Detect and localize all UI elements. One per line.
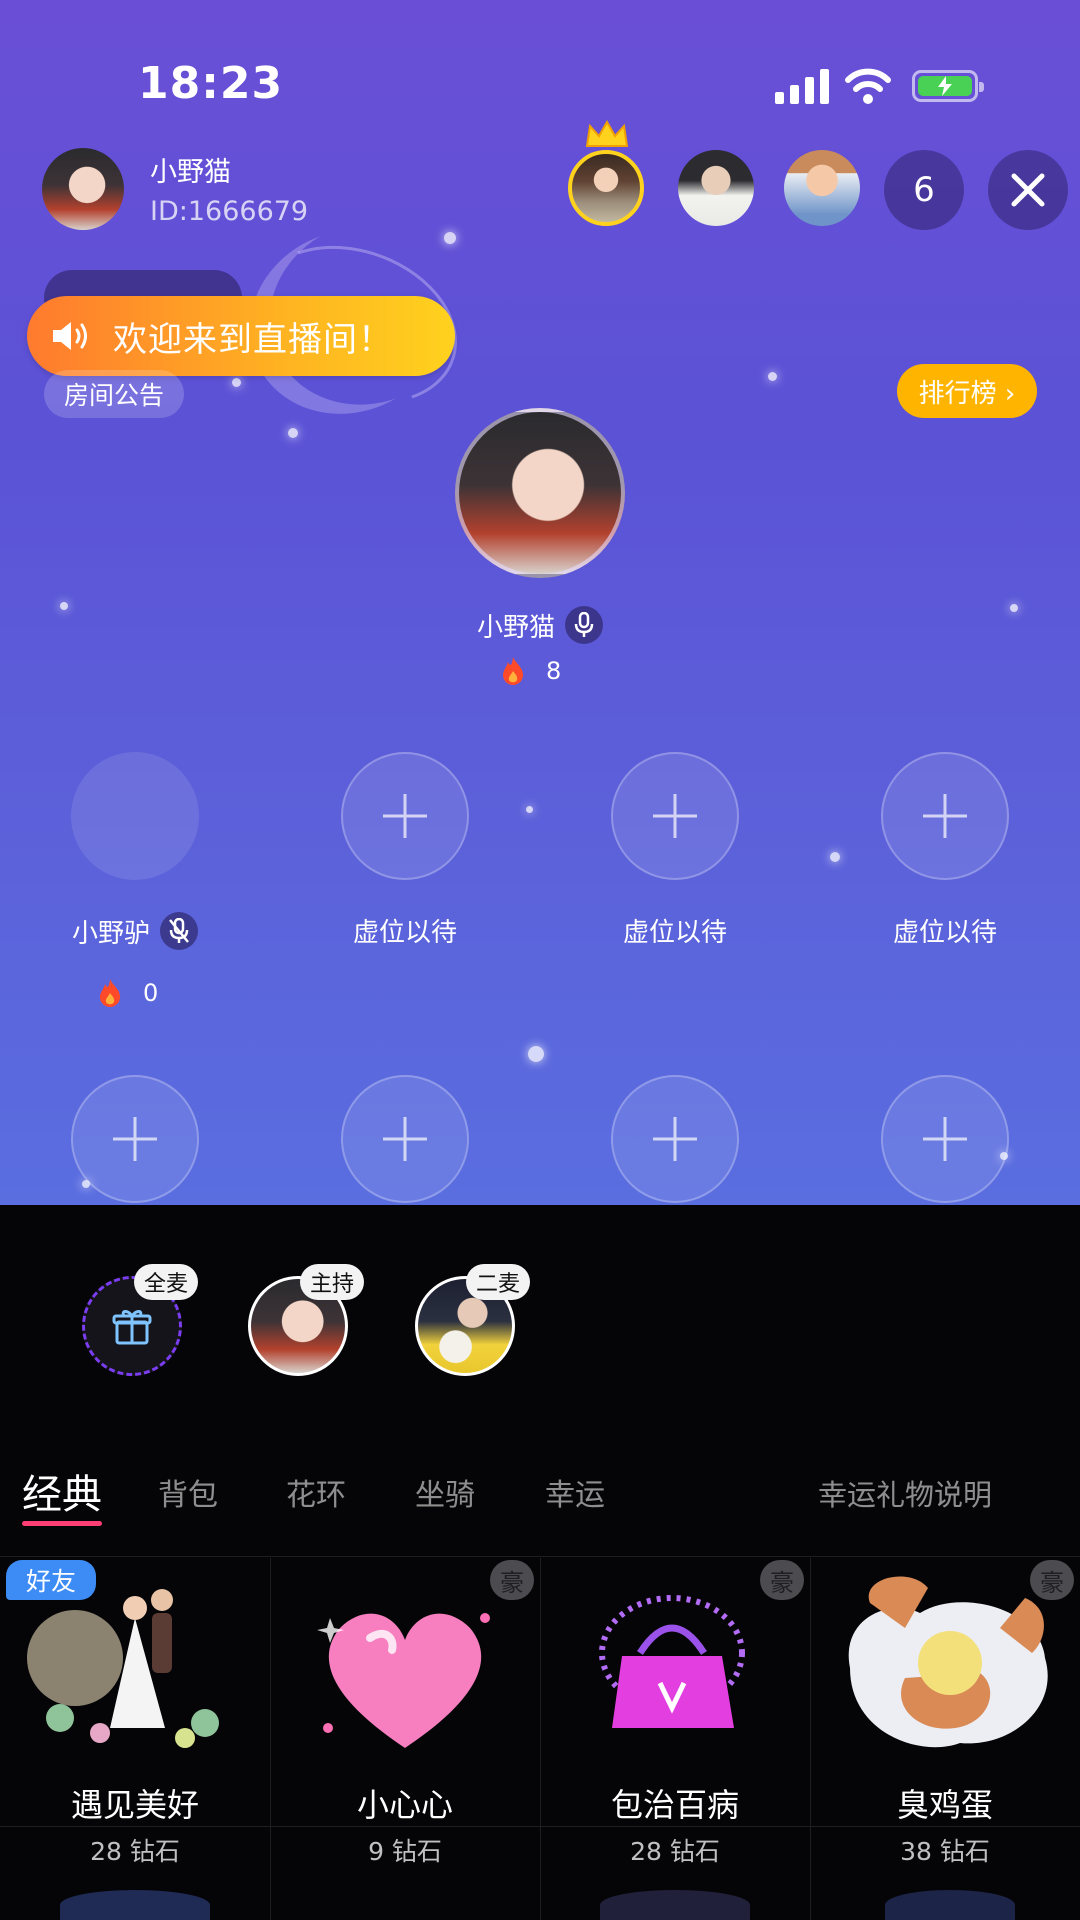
- gift-item-partial[interactable]: [600, 1890, 750, 1920]
- star-decoration: [232, 378, 241, 387]
- grid-divider: [0, 1556, 1080, 1557]
- tab-classic[interactable]: 经典: [22, 1462, 102, 1520]
- star-decoration: [444, 232, 456, 244]
- room-notice-button[interactable]: 房间公告: [44, 370, 184, 418]
- gift-price: 38 钻石: [900, 1837, 990, 1866]
- plus-icon: [653, 1117, 697, 1161]
- host-id: ID:1666679: [150, 196, 309, 227]
- plus-icon: [923, 1117, 967, 1161]
- luxury-badge: 豪: [490, 1560, 534, 1600]
- gift-name: 臭鸡蛋: [896, 1786, 993, 1824]
- seat-1-heat-value: 0: [143, 979, 159, 1007]
- close-icon: [1011, 173, 1045, 207]
- charging-bolt-icon: [938, 76, 952, 96]
- star-decoration: [526, 806, 533, 813]
- star-decoration: [768, 372, 777, 381]
- seat-5-empty[interactable]: [71, 1075, 199, 1203]
- welcome-text: 欢迎来到直播间！: [113, 319, 393, 360]
- flame-icon: [100, 979, 120, 1007]
- star-decoration: [830, 852, 840, 862]
- live-room-stage: 18:23 小野猫 ID:1666679 6 欢迎来到直播间！ 房间公告 排行榜…: [0, 0, 1080, 1205]
- plus-icon: [653, 794, 697, 838]
- star-decoration: [528, 1046, 544, 1062]
- viewer-avatar-top[interactable]: [568, 150, 644, 226]
- seat-2-empty[interactable]: [341, 752, 469, 880]
- host-heat: 8: [500, 656, 561, 686]
- tab-lucky[interactable]: 幸运: [545, 1470, 605, 1514]
- seat-3-empty[interactable]: [611, 752, 739, 880]
- host-seat-avatar[interactable]: [455, 408, 625, 578]
- seat-1-name: 小野驴: [71, 918, 150, 949]
- host-name: 小野猫: [150, 157, 231, 188]
- viewer-count-badge[interactable]: 6: [884, 150, 964, 230]
- mic-on-icon: [565, 606, 603, 644]
- battery-icon: [912, 70, 984, 102]
- close-button[interactable]: [988, 150, 1068, 230]
- wifi-icon: [845, 68, 891, 104]
- cellular-signal-icon: [775, 68, 829, 104]
- ranking-button[interactable]: 排行榜 ›: [897, 364, 1037, 418]
- gift-price: 28 钻石: [630, 1837, 720, 1866]
- seat-4-label: 虚位以待: [892, 918, 997, 948]
- recipient-tag-mic2: 二麦: [466, 1264, 531, 1300]
- tab-backpack[interactable]: 背包: [158, 1470, 218, 1514]
- gift-item-partial[interactable]: [60, 1890, 210, 1920]
- viewer-avatar[interactable]: [784, 150, 860, 226]
- luxury-badge: 豪: [1030, 1560, 1074, 1600]
- seat-3-label: 虚位以待: [622, 918, 727, 948]
- host-seat-label: 小野猫: [0, 606, 1080, 644]
- seat-4-empty[interactable]: [881, 752, 1009, 880]
- plus-icon: [383, 794, 427, 838]
- seat-1-label: 小野驴: [45, 912, 225, 950]
- seat-6-empty[interactable]: [341, 1075, 469, 1203]
- plus-icon: [383, 1117, 427, 1161]
- luxury-badge: 豪: [760, 1560, 804, 1600]
- status-time: 18:23: [138, 58, 284, 109]
- tab-mount[interactable]: 坐骑: [415, 1470, 475, 1514]
- recipient-tag-host: 主持: [300, 1264, 365, 1300]
- tab-garland[interactable]: 花环: [286, 1470, 346, 1514]
- lucky-gift-info-link[interactable]: 幸运礼物说明: [818, 1472, 992, 1514]
- active-tab-indicator: [22, 1521, 102, 1526]
- host-heat-value: 8: [546, 657, 562, 685]
- plus-icon: [923, 794, 967, 838]
- host-avatar[interactable]: [42, 148, 124, 230]
- seat-1-heat: 0: [97, 978, 158, 1008]
- seat-8-empty[interactable]: [881, 1075, 1009, 1203]
- host-seat-name: 小野猫: [476, 612, 555, 643]
- viewer-avatar[interactable]: [678, 150, 754, 226]
- speaker-icon: [53, 322, 87, 350]
- star-decoration: [288, 428, 298, 438]
- recipient-tag-all: 全麦: [134, 1264, 199, 1300]
- plus-icon: [113, 1117, 157, 1161]
- seat-1-avatar[interactable]: [71, 752, 199, 880]
- flame-icon: [503, 657, 523, 685]
- mic-muted-icon: [160, 912, 198, 950]
- gift-name: 包治百病: [610, 1786, 739, 1824]
- gift-name: 遇见美好: [70, 1786, 199, 1824]
- gift-box-icon: [112, 1310, 152, 1345]
- friend-tag: 好友: [6, 1560, 96, 1600]
- gift-price: 28 钻石: [90, 1837, 180, 1866]
- gift-item-partial[interactable]: [885, 1890, 1015, 1920]
- welcome-banner: 欢迎来到直播间！: [27, 296, 455, 376]
- gift-price: 9 钻石: [368, 1837, 442, 1866]
- crown-icon: [585, 120, 629, 147]
- seat-7-empty[interactable]: [611, 1075, 739, 1203]
- seat-2-label: 虚位以待: [352, 918, 457, 948]
- gift-name: 小心心: [356, 1786, 453, 1824]
